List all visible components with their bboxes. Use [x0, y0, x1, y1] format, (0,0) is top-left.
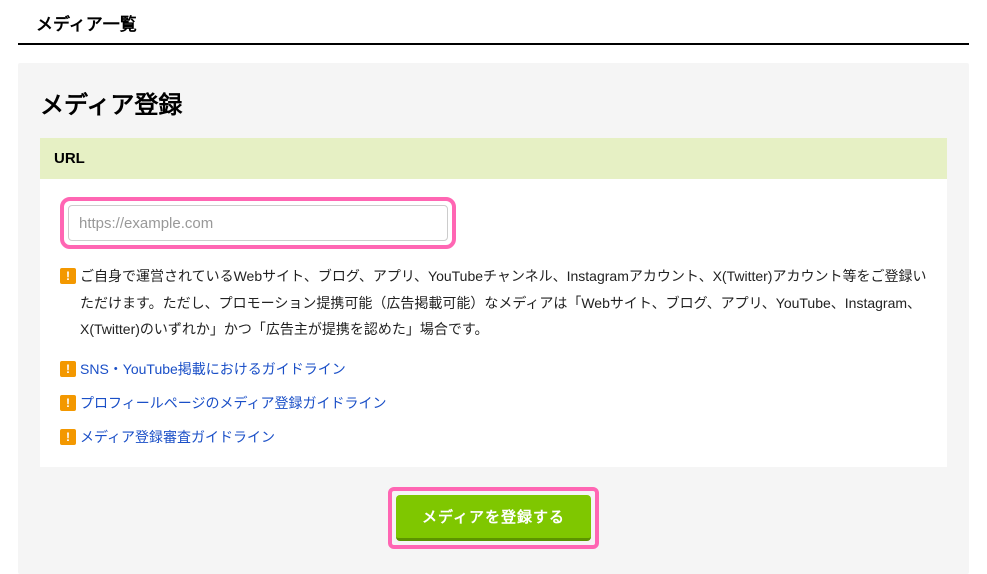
description-content: ご自身で運営されているWebサイト、ブログ、アプリ、YouTubeチャンネル、I…	[80, 263, 927, 343]
submit-highlight: メディアを登録する	[388, 487, 599, 549]
submit-row: メディアを登録する	[40, 487, 947, 549]
info-icon: !	[60, 429, 76, 445]
registration-panel: メディア登録 URL ! ご自身で運営されているWebサイト、ブログ、アプリ、Y…	[18, 63, 969, 574]
info-icon: !	[60, 361, 76, 377]
profile-guideline-link[interactable]: プロフィールページのメディア登録ガイドライン	[80, 393, 386, 413]
info-icon: !	[60, 268, 76, 284]
review-guideline-link[interactable]: メディア登録審査ガイドライン	[80, 427, 275, 447]
url-input[interactable]	[68, 205, 448, 241]
page-title: メディア一覧	[18, 0, 969, 45]
register-media-button[interactable]: メディアを登録する	[396, 495, 591, 541]
description-text: ! ご自身で運営されているWebサイト、ブログ、アプリ、YouTubeチャンネル…	[60, 263, 927, 343]
info-icon: !	[60, 395, 76, 411]
guideline-link-profile: ! プロフィールページのメディア登録ガイドライン	[60, 393, 927, 413]
guideline-link-sns: ! SNS・YouTube掲載におけるガイドライン	[60, 359, 927, 379]
panel-title: メディア登録	[40, 85, 947, 120]
url-section-header: URL	[40, 138, 947, 179]
guideline-link-review: ! メディア登録審査ガイドライン	[60, 427, 927, 447]
url-input-highlight	[60, 197, 456, 249]
url-section-body: ! ご自身で運営されているWebサイト、ブログ、アプリ、YouTubeチャンネル…	[40, 179, 947, 467]
sns-guideline-link[interactable]: SNS・YouTube掲載におけるガイドライン	[80, 359, 346, 379]
